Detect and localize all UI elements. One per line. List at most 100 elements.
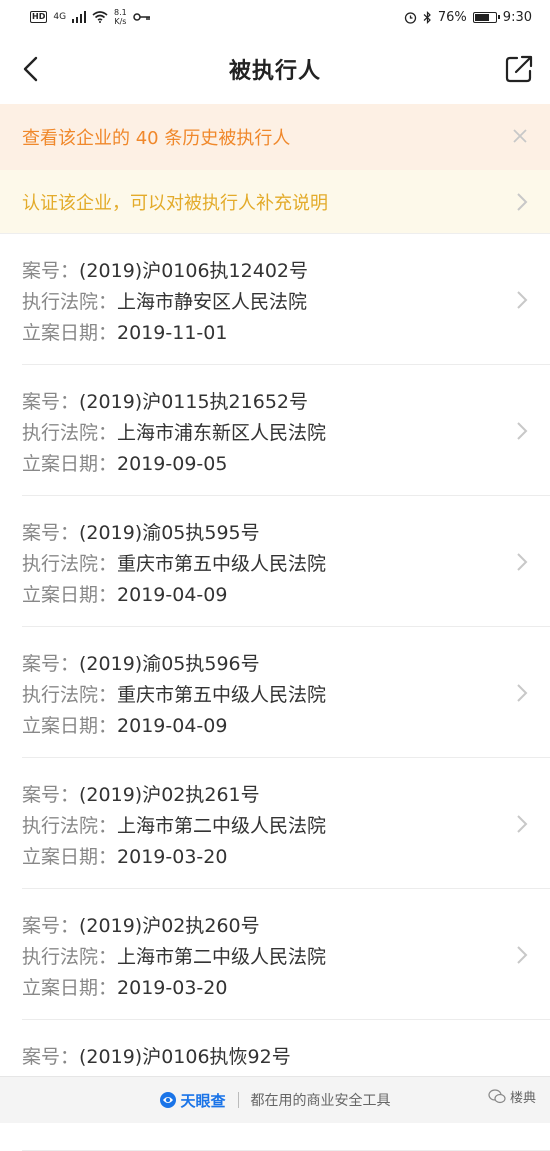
key-icon [133, 13, 150, 21]
case-number-line: 案号：(2019)沪02执260号 [22, 911, 528, 942]
court-name-label: 执行法院： [22, 553, 118, 575]
close-icon[interactable] [512, 128, 528, 144]
court-name: 上海市第二中级人民法院 [117, 815, 327, 837]
hd-icon: HD [30, 11, 48, 23]
court-name-label: 执行法院： [22, 946, 118, 968]
case-number-line: 案号：(2019)渝05执596号 [22, 649, 528, 680]
case-number: (2019)沪0106执恢92号 [79, 1046, 291, 1068]
battery-icon [472, 11, 500, 23]
history-banner-text: 查看该企业的 40 条历史被执行人 [22, 128, 291, 149]
court-name-line: 执行法院：重庆市第五中级人民法院 [22, 549, 528, 580]
court-name-line: 执行法院：上海市浦东新区人民法院 [22, 418, 528, 449]
court-name: 上海市浦东新区人民法院 [117, 422, 327, 444]
court-name-line: 执行法院：上海市第二中级人民法院 [22, 811, 528, 842]
page-title: 被执行人 [228, 59, 321, 84]
filing-date-label: 立案日期： [22, 977, 118, 999]
filing-date-label: 立案日期： [22, 453, 118, 475]
share-icon[interactable] [502, 52, 536, 86]
chevron-right-icon [517, 193, 528, 211]
filing-date: 2019-03-20 [117, 846, 228, 868]
case-number-label: 案号： [22, 260, 80, 282]
wechat-icon [488, 1089, 506, 1104]
speed-unit: K/s [114, 17, 127, 26]
filing-date-line: 立案日期：2019-09-05 [22, 449, 528, 480]
filing-date-line: 立案日期：2019-04-09 [22, 711, 528, 742]
case-number: (2019)沪0115执21652号 [79, 391, 308, 413]
filing-date: 2019-09-05 [117, 453, 228, 475]
filing-date-label: 立案日期： [22, 584, 118, 606]
status-right: 76% 9:30 [404, 10, 532, 25]
clock: 9:30 [502, 9, 532, 25]
chevron-right-icon [517, 422, 528, 440]
filing-date-label: 立案日期： [22, 322, 118, 344]
footer-divider [237, 1092, 239, 1108]
case-number-line: 案号：(2019)沪0106执12402号 [22, 256, 528, 287]
chevron-right-icon [517, 946, 528, 964]
history-banner[interactable]: 查看该企业的 40 条历史被执行人 [0, 104, 550, 170]
case-number-label: 案号： [22, 915, 80, 937]
certify-banner-text: 认证该企业，可以对被执行人补充说明 [22, 192, 328, 214]
speed-value: 8.1 [114, 8, 127, 17]
filing-date: 2019-03-20 [117, 977, 228, 999]
case-number-line: 案号：(2019)沪0106执恢92号 [22, 1042, 528, 1073]
court-name: 上海市静安区人民法院 [117, 291, 308, 313]
filing-date-label: 立案日期： [22, 715, 118, 737]
filing-date-line: 立案日期：2019-11-01 [22, 318, 528, 349]
chevron-right-icon [517, 553, 528, 571]
court-name: 上海市第二中级人民法院 [117, 946, 327, 968]
court-name-label: 执行法院： [22, 422, 118, 444]
bluetooth-icon [423, 10, 431, 24]
filing-date-line: 立案日期：2019-04-09 [22, 580, 528, 611]
status-left: HD 4G 8.1 K/s [30, 8, 151, 26]
case-number: (2019)渝05执596号 [79, 653, 260, 675]
brand-name: 天眼查 [180, 1091, 226, 1110]
chevron-right-icon [517, 684, 528, 702]
case-number-label: 案号： [22, 784, 80, 806]
court-name-line: 执行法院：上海市第二中级人民法院 [22, 942, 528, 973]
tianyancha-logo: 天眼查 [159, 1090, 226, 1111]
filing-date-line: 立案日期：2019-03-20 [22, 973, 528, 1004]
wifi-icon [92, 11, 108, 23]
alarm-icon [404, 11, 417, 24]
footer-slogan: 都在用的商业安全工具 [250, 1093, 391, 1109]
filing-date: 2019-04-09 [117, 584, 228, 606]
filing-date: 2019-04-09 [117, 715, 228, 737]
court-name: 重庆市第五中级人民法院 [117, 684, 327, 706]
court-name-label: 执行法院： [22, 815, 118, 837]
filing-date-line: 立案日期：2019-03-20 [22, 842, 528, 873]
battery-fill [474, 13, 490, 21]
signal-icon [72, 11, 87, 23]
list-item[interactable]: 案号：(2019)沪0106执12402号 执行法院：上海市静安区人民法院 立案日期… [0, 234, 550, 365]
battery-percent: 76% [437, 9, 467, 25]
network-type: 4G [53, 12, 67, 22]
case-number-line: 案号：(2019)沪0115执21652号 [22, 387, 528, 418]
case-number-label: 案号： [22, 522, 80, 544]
nav-bar: 被执行人 [0, 34, 550, 104]
list-item[interactable]: 案号：(2019)渝05执595号 执行法院：重庆市第五中级人民法院 立案日期：20… [0, 496, 550, 627]
watermark-text: 楼典 [509, 1091, 536, 1106]
filing-date-label: 立案日期： [22, 846, 118, 868]
case-number-line: 案号：(2019)渝05执595号 [22, 518, 528, 549]
list-item[interactable]: 案号：(2019)沪02执261号 执行法院：上海市第二中级人民法院 立案日期：20… [0, 758, 550, 889]
case-number-label: 案号： [22, 391, 80, 413]
certify-banner[interactable]: 认证该企业，可以对被执行人补充说明 [0, 170, 550, 234]
status-bar: HD 4G 8.1 K/s 76% 9:30 [0, 0, 550, 34]
list-item[interactable]: 案号：(2019)沪0115执21652号 执行法院：上海市浦东新区人民法院 立案日… [0, 365, 550, 496]
court-name-line: 执行法院：上海市静安区人民法院 [22, 287, 528, 318]
footer-bar: 天眼查 都在用的商业安全工具 [0, 1076, 550, 1123]
case-number: (2019)沪0106执12402号 [79, 260, 308, 282]
watermark: 楼典 [488, 1087, 536, 1106]
chevron-right-icon [517, 291, 528, 309]
court-name-line: 执行法院：重庆市第五中级人民法院 [22, 680, 528, 711]
record-list: 案号：(2019)沪0106执12402号 执行法院：上海市静安区人民法院 立案日期… [0, 234, 550, 1151]
case-number-label: 案号： [22, 1046, 80, 1068]
network-speed: 8.1 K/s [114, 8, 127, 26]
list-item[interactable]: 案号：(2019)沪02执260号 执行法院：上海市第二中级人民法院 立案日期：20… [0, 889, 550, 1020]
back-arrow-icon[interactable] [14, 52, 48, 86]
case-number: (2019)渝05执595号 [79, 522, 260, 544]
chevron-right-icon [517, 815, 528, 833]
case-number-line: 案号：(2019)沪02执261号 [22, 780, 528, 811]
eye-logo-icon [160, 1092, 177, 1108]
list-item[interactable]: 案号：(2019)渝05执596号 执行法院：重庆市第五中级人民法院 立案日期：20… [0, 627, 550, 758]
court-name-label: 执行法院： [22, 684, 118, 706]
